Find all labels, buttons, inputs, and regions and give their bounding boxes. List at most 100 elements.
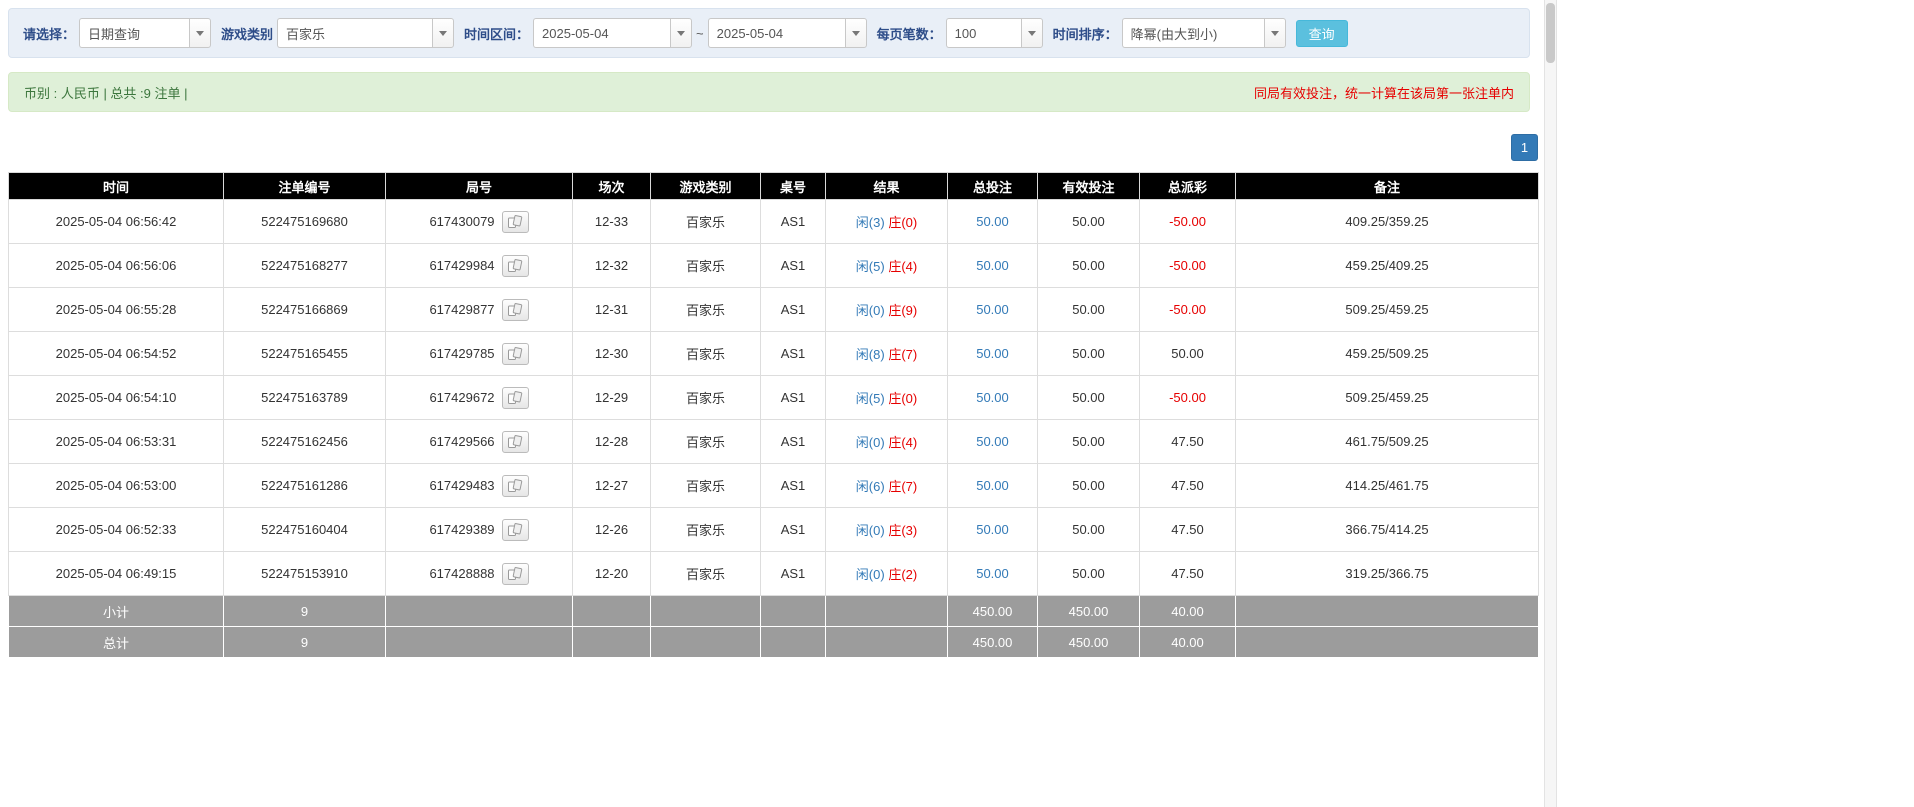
view-cards-button[interactable] [502, 431, 529, 453]
cell-total-bet: 50.00 [948, 288, 1038, 332]
total-bet-link[interactable]: 50.00 [976, 390, 1009, 405]
date-from-picker[interactable]: 2025-05-04 [533, 18, 692, 48]
per-page-dropdown-button[interactable] [1021, 18, 1043, 48]
payout-value: 47.50 [1171, 522, 1204, 537]
total-bet-link[interactable]: 50.00 [976, 434, 1009, 449]
banker-result: 庄(9) [888, 303, 917, 318]
view-cards-button[interactable] [502, 211, 529, 233]
cell-session: 12-28 [573, 420, 651, 464]
page-content: 请选择： 日期查询 游戏类别 百家乐 时间区间： 2025-05-04 ~ 20… [0, 0, 1546, 666]
player-result: 闲(0) [856, 435, 885, 450]
table-row: 2025-05-04 06:53:31522475162456617429566… [9, 420, 1539, 464]
summary-row: 小计9450.00450.0040.00 [9, 596, 1539, 627]
total-bet-link[interactable]: 50.00 [976, 258, 1009, 273]
cell-bet-id: 522475166869 [224, 288, 386, 332]
game-category-select[interactable]: 百家乐 [277, 18, 454, 48]
summary-row: 总计9450.00450.0040.00 [9, 627, 1539, 658]
cell-session: 12-27 [573, 464, 651, 508]
view-cards-button[interactable] [502, 343, 529, 365]
column-header: 场次 [573, 173, 651, 200]
column-header: 局号 [386, 173, 573, 200]
cell-payout: -50.00 [1140, 288, 1236, 332]
info-bar: 币别 : 人民币 | 总共 :9 注单 | 同局有效投注，统一计算在该局第一张注… [8, 72, 1530, 112]
cell-table-no: AS1 [761, 332, 826, 376]
cell-remark: 461.75/509.25 [1236, 420, 1539, 464]
scrollbar-thumb[interactable] [1546, 3, 1555, 63]
time-sort-value[interactable]: 降幂(由大到小) [1122, 18, 1264, 48]
cell-table-no: AS1 [761, 420, 826, 464]
cell-round-id: 617430079 [386, 200, 573, 244]
cell-time: 2025-05-04 06:56:06 [9, 244, 224, 288]
summary-empty-cell [1236, 596, 1539, 627]
total-bet-link[interactable]: 50.00 [976, 522, 1009, 537]
date-from-value[interactable]: 2025-05-04 [533, 18, 670, 48]
view-cards-button[interactable] [502, 563, 529, 585]
date-to-value[interactable]: 2025-05-04 [708, 18, 845, 48]
cell-payout: 50.00 [1140, 332, 1236, 376]
per-page-select[interactable]: 100 [946, 18, 1043, 48]
summary-empty-cell [386, 627, 573, 658]
cell-bet-id: 522475153910 [224, 552, 386, 596]
cell-table-no: AS1 [761, 552, 826, 596]
cell-valid-bet: 50.00 [1038, 552, 1140, 596]
chevron-down-icon [852, 31, 860, 36]
total-bet-link[interactable]: 50.00 [976, 302, 1009, 317]
table-row: 2025-05-04 06:56:42522475169680617430079… [9, 200, 1539, 244]
view-cards-button[interactable] [502, 475, 529, 497]
view-cards-button[interactable] [502, 299, 529, 321]
banker-result: 庄(7) [888, 347, 917, 362]
time-sort-dropdown-button[interactable] [1264, 18, 1286, 48]
cell-valid-bet: 50.00 [1038, 332, 1140, 376]
view-cards-button[interactable] [502, 387, 529, 409]
cell-session: 12-31 [573, 288, 651, 332]
summary-empty-cell [573, 596, 651, 627]
chevron-down-icon [1271, 31, 1279, 36]
per-page-label: 每页笔数： [877, 24, 942, 43]
game-category-dropdown-button[interactable] [432, 18, 454, 48]
summary-empty-cell [386, 596, 573, 627]
chevron-down-icon [1028, 31, 1036, 36]
summary-valid-bet: 450.00 [1038, 627, 1140, 658]
game-category-value[interactable]: 百家乐 [277, 18, 432, 48]
player-result: 闲(6) [856, 479, 885, 494]
view-cards-button[interactable] [502, 519, 529, 541]
date-to-dropdown-button[interactable] [845, 18, 867, 48]
round-number: 617429389 [429, 522, 494, 537]
valid-bet-notice: 同局有效投注，统一计算在该局第一张注单内 [1254, 83, 1514, 102]
query-type-dropdown-button[interactable] [189, 18, 211, 48]
date-from-dropdown-button[interactable] [670, 18, 692, 48]
player-result: 闲(5) [856, 391, 885, 406]
per-page-value[interactable]: 100 [946, 18, 1021, 48]
cell-total-bet: 50.00 [948, 332, 1038, 376]
total-bet-link[interactable]: 50.00 [976, 566, 1009, 581]
cell-remark: 459.25/509.25 [1236, 332, 1539, 376]
cell-table-no: AS1 [761, 288, 826, 332]
total-bet-link[interactable]: 50.00 [976, 346, 1009, 361]
total-bet-link[interactable]: 50.00 [976, 478, 1009, 493]
cell-payout: 47.50 [1140, 508, 1236, 552]
select-type-label: 请选择： [23, 24, 75, 43]
total-bet-link[interactable]: 50.00 [976, 214, 1009, 229]
cell-time: 2025-05-04 06:52:33 [9, 508, 224, 552]
chevron-down-icon [677, 31, 685, 36]
query-type-value[interactable]: 日期查询 [79, 18, 189, 48]
table-header: 时间注单编号局号场次游戏类别桌号结果总投注有效投注总派彩备注 [9, 173, 1539, 200]
query-button[interactable]: 查询 [1296, 20, 1348, 47]
query-type-select[interactable]: 日期查询 [79, 18, 211, 48]
payout-value: -50.00 [1169, 258, 1206, 273]
currency-total-summary: 币别 : 人民币 | 总共 :9 注单 | [24, 83, 188, 102]
cell-round-id: 617429389 [386, 508, 573, 552]
vertical-scrollbar[interactable] [1544, 0, 1557, 807]
cell-result: 闲(5) 庄(4) [826, 244, 948, 288]
view-cards-button[interactable] [502, 255, 529, 277]
round-number: 617429672 [429, 390, 494, 405]
cell-session: 12-20 [573, 552, 651, 596]
date-to-picker[interactable]: 2025-05-04 [708, 18, 867, 48]
cell-game: 百家乐 [651, 552, 761, 596]
cell-bet-id: 522475163789 [224, 376, 386, 420]
page-1-button[interactable]: 1 [1511, 134, 1538, 161]
cell-total-bet: 50.00 [948, 376, 1038, 420]
cell-bet-id: 522475162456 [224, 420, 386, 464]
time-sort-select[interactable]: 降幂(由大到小) [1122, 18, 1286, 48]
cell-game: 百家乐 [651, 376, 761, 420]
